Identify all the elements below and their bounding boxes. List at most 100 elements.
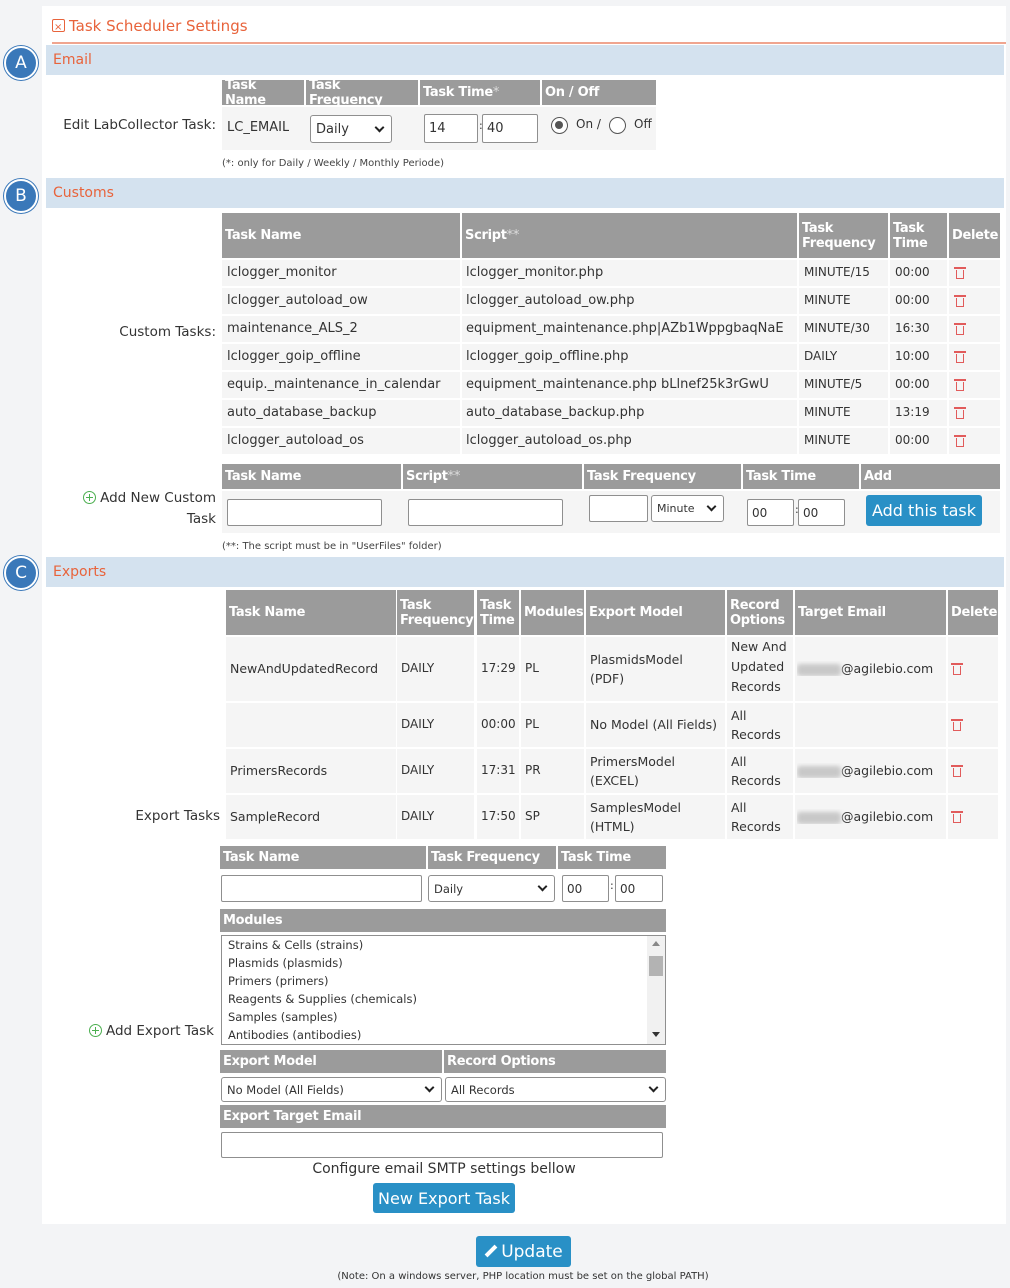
export-task-time: 00:00 xyxy=(481,717,516,731)
record-options-select[interactable]: All Records xyxy=(445,1077,666,1102)
listbox-scrollbar[interactable] xyxy=(647,936,665,1044)
custom-task-script: lclogger_autoload_os.php xyxy=(466,433,632,448)
export-task-module: PL xyxy=(525,717,539,731)
custom-task-frequency: MINUTE/15 xyxy=(804,265,870,279)
trash-icon[interactable] xyxy=(951,765,963,777)
add-custom-header-script: Script ** xyxy=(403,464,582,489)
add-this-task-button[interactable]: Add this task xyxy=(866,495,982,526)
new-export-minute-input[interactable]: 00 xyxy=(615,875,663,902)
export-task-model: SamplesModel xyxy=(590,800,681,815)
custom-header-frequency: Task Frequency xyxy=(799,213,888,258)
custom-header-delete: Delete xyxy=(949,213,1000,258)
email-header-time: Task Time * xyxy=(420,80,540,105)
custom-header-time: Task Time xyxy=(890,213,947,258)
custom-header-task-name: Task Name xyxy=(222,213,460,258)
export-target-email-input[interactable] xyxy=(221,1132,663,1158)
section-email: Email xyxy=(46,45,1004,75)
add-custom-label[interactable]: Add New Custom Task xyxy=(46,488,216,530)
custom-task-time: 13:19 xyxy=(895,405,930,419)
new-export-name-input[interactable] xyxy=(221,875,422,902)
email-minute-input[interactable]: 40 xyxy=(482,114,538,143)
redacted-email-prefix xyxy=(797,811,841,824)
custom-task-script: equipment_maintenance.php bLlnef25k3rGwU xyxy=(466,377,769,392)
update-button[interactable]: Update xyxy=(476,1236,571,1267)
module-option[interactable]: Reagents & Supplies (chemicals) xyxy=(225,990,665,1008)
scroll-up-arrow[interactable] xyxy=(652,941,660,946)
new-custom-script-input[interactable] xyxy=(408,499,563,526)
email-header-task-name: Task Name xyxy=(222,78,304,108)
custom-task-script: lclogger_monitor.php xyxy=(466,265,604,280)
chevron-down-icon xyxy=(374,122,385,132)
scroll-thumb[interactable] xyxy=(649,956,663,976)
custom-task-name: lclogger_autoload_os xyxy=(227,433,364,448)
export-task-model: No Model (All Fields) xyxy=(590,717,718,732)
chevron-down-icon xyxy=(424,1082,435,1093)
module-option[interactable]: Primers (primers) xyxy=(225,972,665,990)
new-custom-minute-input[interactable]: 00 xyxy=(798,499,845,526)
export-record-option: Records xyxy=(731,773,781,788)
chevron-down-icon xyxy=(706,501,717,512)
scroll-down-arrow[interactable] xyxy=(652,1032,660,1037)
on-radio[interactable] xyxy=(551,117,568,134)
export-task-model-format: (HTML) xyxy=(590,819,635,834)
trash-icon[interactable] xyxy=(951,719,963,731)
trash-icon[interactable] xyxy=(954,351,966,363)
export-task-module: PL xyxy=(525,661,539,675)
modules-listbox[interactable]: Strains & Cells (strains) Plasmids (plasm… xyxy=(221,935,666,1045)
add-custom-header-time: Task Time xyxy=(743,464,859,489)
module-option[interactable]: Antibodies (antibodies) xyxy=(225,1026,665,1044)
custom-task-script: auto_database_backup.php xyxy=(466,405,645,420)
new-custom-hour-input[interactable]: 00 xyxy=(747,499,794,526)
custom-task-name: lclogger_goip_offline xyxy=(227,349,361,364)
module-option[interactable]: Plasmids (plasmids) xyxy=(225,954,665,972)
email-frequency-select[interactable]: Daily xyxy=(310,115,392,143)
module-option[interactable]: Strains & Cells (strains) xyxy=(225,936,665,954)
edit-task-label: Edit LabCollector Task: xyxy=(63,117,216,133)
pencil-icon xyxy=(484,1245,498,1259)
new-export-frequency-select[interactable]: Daily xyxy=(428,875,555,902)
custom-task-frequency: MINUTE/5 xyxy=(804,377,863,391)
trash-icon[interactable] xyxy=(954,379,966,391)
trash-icon[interactable] xyxy=(954,267,966,279)
chevron-down-icon xyxy=(537,881,548,892)
custom-task-frequency: MINUTE xyxy=(804,405,851,419)
new-custom-name-input[interactable] xyxy=(227,499,382,526)
add-export-label[interactable]: Add Export Task xyxy=(46,1021,214,1042)
footer-note: (Note: On a windows server, PHP location… xyxy=(337,1271,709,1282)
trash-icon[interactable] xyxy=(954,295,966,307)
table-cell xyxy=(226,703,396,747)
export-task-name: SampleRecord xyxy=(230,809,321,824)
email-hour-input[interactable]: 14 xyxy=(424,114,478,143)
export-task-time: 17:29 xyxy=(481,661,516,675)
custom-task-time: 00:00 xyxy=(895,377,930,391)
redacted-email-prefix xyxy=(797,663,841,676)
new-export-hour-input[interactable]: 00 xyxy=(562,875,609,902)
trash-icon[interactable] xyxy=(954,435,966,447)
custom-task-time: 16:30 xyxy=(895,321,930,335)
custom-task-name: lclogger_monitor xyxy=(227,265,337,280)
export-task-time: 17:50 xyxy=(481,809,516,823)
calendar-icon xyxy=(52,16,65,40)
export-model-select[interactable]: No Model (All Fields) xyxy=(221,1077,442,1102)
export-header-model: Export Model xyxy=(586,590,725,635)
redacted-email-prefix xyxy=(797,765,841,778)
export-record-option: Records xyxy=(731,819,781,834)
export-header-modules: Modules xyxy=(521,590,584,635)
email-domain: @agilebio.com xyxy=(841,763,934,778)
export-target-email: @agilebio.com xyxy=(797,809,933,824)
trash-icon[interactable] xyxy=(954,407,966,419)
new-custom-frequency-input[interactable] xyxy=(589,495,648,522)
off-radio[interactable] xyxy=(609,117,626,134)
custom-task-name: lclogger_autoload_ow xyxy=(227,293,368,308)
custom-task-name: maintenance_ALS_2 xyxy=(227,321,358,336)
trash-icon[interactable] xyxy=(954,323,966,335)
module-option[interactable]: Samples (samples) xyxy=(225,1008,665,1026)
export-record-option: All xyxy=(731,708,747,723)
export-header-delete: Delete xyxy=(948,590,998,635)
new-export-task-button[interactable]: New Export Task xyxy=(373,1183,515,1213)
export-task-model-format: (PDF) xyxy=(590,671,625,686)
new-custom-frequency-select[interactable]: Minute xyxy=(651,495,724,522)
add-export-header-email: Export Target Email xyxy=(220,1105,666,1128)
trash-icon[interactable] xyxy=(951,663,963,675)
trash-icon[interactable] xyxy=(951,811,963,823)
